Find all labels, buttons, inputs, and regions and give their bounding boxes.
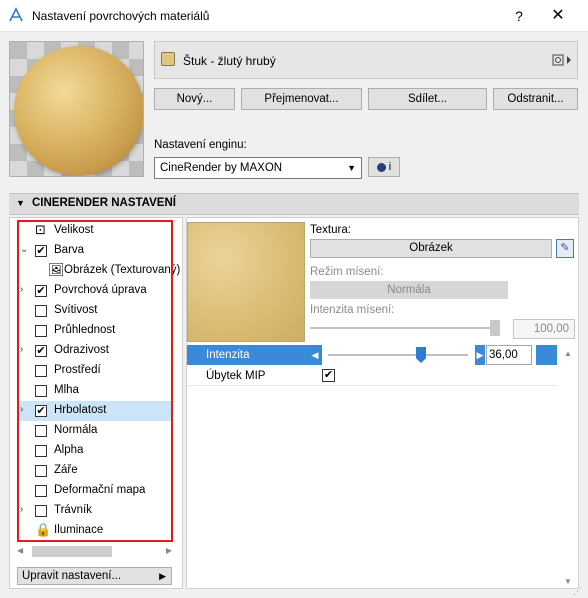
- blend-intensity-input: 100,00: [513, 319, 575, 339]
- scroll-down-icon[interactable]: ▼: [564, 577, 572, 586]
- chevron-down-icon: ▼: [347, 163, 356, 173]
- archicad-app-icon: [9, 7, 23, 22]
- decrease-icon[interactable]: ◀: [308, 345, 322, 365]
- row-divider: [187, 385, 557, 386]
- new-material-button[interactable]: Nový...: [154, 88, 235, 110]
- material-name: Štuk - žlutý hrubý: [183, 54, 276, 68]
- scroll-thumb[interactable]: [32, 546, 112, 557]
- scroll-up-icon[interactable]: ▲: [564, 349, 572, 358]
- resize-grip-icon[interactable]: ⋰: [573, 586, 582, 597]
- engine-value: CineRender by MAXON: [160, 162, 283, 174]
- blend-intensity-thumb: [490, 320, 500, 336]
- blend-mode-select: Normála: [310, 281, 508, 299]
- adjust-label: Upravit nastavení...: [22, 570, 122, 582]
- share-button[interactable]: Sdílet...: [368, 88, 487, 110]
- material-swatch: [161, 52, 175, 66]
- remove-button[interactable]: Odstranit...: [493, 88, 578, 110]
- intensity-input[interactable]: 36,00: [486, 345, 532, 365]
- engine-info-button[interactable]: i: [368, 157, 400, 177]
- blend-intensity-label: Intenzita mísení:: [310, 304, 395, 316]
- intensity-slider[interactable]: [328, 354, 468, 356]
- scroll-left-icon[interactable]: ◀: [17, 546, 23, 555]
- cinema-logo-icon: [376, 162, 386, 172]
- material-preview: [9, 41, 144, 177]
- window-title: Nastavení povrchových materiálů: [32, 9, 210, 23]
- rename-button[interactable]: Přejmenovat...: [241, 88, 362, 110]
- intensity-row-end: [536, 345, 557, 365]
- section-title: CINERENDER NASTAVENÍ: [32, 197, 176, 209]
- mip-falloff-label: Úbytek MIP: [206, 370, 266, 382]
- increase-icon[interactable]: ▶: [475, 345, 485, 365]
- texture-picker-button[interactable]: Obrázek: [310, 239, 552, 258]
- texture-label: Textura:: [310, 224, 351, 236]
- highlight-frame: [17, 220, 173, 542]
- collapse-arrow-icon[interactable]: ▼: [16, 198, 25, 208]
- texture-thumbnail: [187, 222, 305, 342]
- intensity-label: Intenzita: [206, 349, 250, 361]
- engine-select[interactable]: CineRender by MAXON ▼: [154, 157, 362, 179]
- blend-mode-label: Režim mísení:: [310, 266, 384, 278]
- chevron-right-icon: ▶: [159, 571, 166, 581]
- blend-intensity-slider: [310, 327, 500, 329]
- preview-sphere: [14, 46, 143, 176]
- help-button[interactable]: ?: [505, 6, 533, 26]
- scroll-right-icon[interactable]: ▶: [166, 546, 172, 555]
- edit-texture-icon[interactable]: ✎: [556, 239, 574, 258]
- info-label: i: [388, 161, 392, 173]
- mip-falloff-checkbox[interactable]: ✔: [322, 369, 335, 382]
- close-button[interactable]: ✕: [541, 6, 575, 26]
- material-menu-icon[interactable]: [552, 52, 574, 68]
- engine-label: Nastavení enginu:: [154, 139, 247, 151]
- adjust-settings-dropdown[interactable]: Upravit nastavení... ▶: [17, 567, 172, 585]
